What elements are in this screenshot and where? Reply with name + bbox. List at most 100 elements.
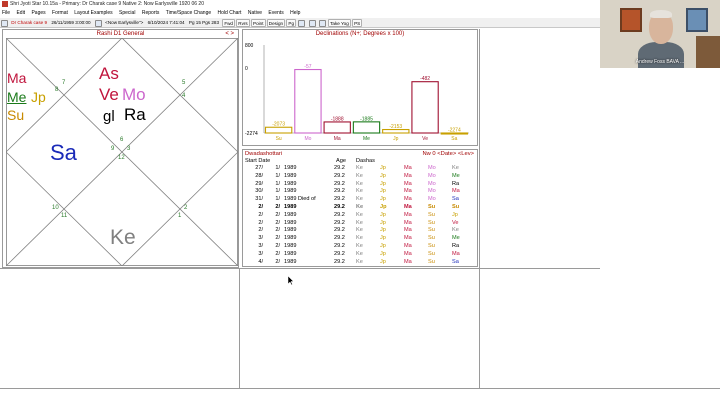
chart-name[interactable]: Dr Charak case 9 (10, 18, 48, 27)
sign-number: 6 (120, 137, 124, 143)
dasha-lord: Ma (452, 250, 460, 257)
chart-datetime[interactable]: 26/11/1959 3:00:00 (50, 18, 91, 27)
menu-help[interactable]: Help (290, 10, 300, 16)
rashi-title-text: Rashi D1 General (96, 31, 145, 37)
dasha-month: 2/ (275, 258, 280, 265)
planet-me[interactable]: Me (7, 89, 26, 105)
bar-jp (382, 128, 410, 134)
dasha-lord: Su (428, 211, 435, 218)
webcam-video: Andrew Foss BAVA ... (600, 0, 720, 68)
dasha-lord: Ke (356, 165, 363, 171)
fwd-button[interactable]: Fwd (222, 19, 235, 27)
bar-value-label: -1888 (331, 116, 344, 122)
take-yog-button[interactable]: Take Yog (328, 19, 351, 27)
menu-time-space-change[interactable]: Time/Space Change (166, 10, 211, 16)
now-datetime[interactable]: 6/10/2024 7:41:04 (147, 18, 186, 27)
menu-special[interactable]: Special (119, 10, 135, 16)
planet-ra[interactable]: Ra (124, 106, 146, 123)
dasha-lord: Jp (380, 188, 386, 195)
print-icon[interactable] (298, 19, 306, 27)
dasha-day: 30/ (255, 188, 263, 195)
dasha-lord: Sa (452, 258, 459, 265)
dasha-year: 1989 (284, 219, 297, 226)
planet-sa[interactable]: Sa (50, 142, 77, 164)
ps-button[interactable]: PS (352, 19, 363, 27)
dasha-age: 29.2 (334, 203, 345, 210)
planet-mo[interactable]: Mo (122, 86, 146, 103)
bar-value-label: -482 (420, 76, 430, 82)
chart-icon[interactable] (1, 19, 8, 27)
page-indicator[interactable]: Pg 15 Pgs 283 (188, 18, 220, 27)
dasha-lord: Ke (356, 227, 363, 234)
dasha-row[interactable]: 3/2/1989 29.2 Ke Jp Ma Su Ra (243, 243, 477, 251)
menu-native[interactable]: Native (248, 10, 262, 16)
dasha-day: 28/ (255, 172, 263, 179)
dasha-month: 2/ (275, 203, 280, 210)
bar-value-label: -2153 (389, 124, 402, 130)
planet-as[interactable]: As (99, 65, 119, 82)
dasha-row[interactable]: 2/2/1989 29.2 Ke Jp Ma Su Su (243, 204, 477, 212)
dasha-age: 29.2 (334, 258, 345, 265)
bar-planet-label: Jp (393, 136, 399, 142)
dasha-nav[interactable]: Nw 0 <Date> <Lev> (422, 150, 474, 158)
planet-jp[interactable]: Jp (31, 89, 46, 105)
dasha-day: 3/ (258, 250, 263, 257)
bar-ve (411, 81, 439, 134)
menu-events[interactable]: Events (268, 10, 283, 16)
declinations-panel: Declinations (N+; Degrees x 100) 800 0 -22… (242, 29, 478, 146)
planet-ke[interactable]: Ke (110, 227, 136, 248)
menu-reports[interactable]: Reports (142, 10, 160, 16)
dasha-row[interactable]: 3/2/1989 29.2 Ke Jp Ma Su Ma (243, 251, 477, 259)
dasha-lord: Me (452, 172, 460, 179)
menu-layout-examples[interactable]: Layout Examples (74, 10, 112, 16)
dasha-day: 2/ (258, 219, 263, 226)
pg-button[interactable]: Pg (286, 19, 296, 27)
dasha-row[interactable]: 4/2/1989 29.2 Ke Jp Ma Su Sa (243, 259, 477, 267)
dasha-row[interactable]: 2/2/1989 29.2 Ke Jp Ma Su Ve (243, 220, 477, 228)
design-button[interactable]: Design (266, 19, 286, 27)
bar-me (352, 121, 381, 134)
dasha-age: 29.2 (334, 242, 345, 249)
dasha-year: 1989 (284, 258, 297, 265)
dasha-lord: Me (452, 235, 460, 242)
dasha-row[interactable]: 2/2/1989 29.2 Ke Jp Ma Su Jp (243, 212, 477, 220)
app-icon (2, 0, 8, 7)
planet-su[interactable]: Su (7, 107, 24, 123)
save-icon[interactable] (308, 19, 316, 27)
dasha-row[interactable]: 30/1/1989 29.2 Ke Jp Ma Mo Ma (243, 188, 477, 196)
dasha-year: 1989 (284, 172, 297, 179)
point-button[interactable]: Point (251, 19, 266, 27)
dasha-row[interactable]: 3/2/1989 29.2 Ke Jp Ma Su Me (243, 235, 477, 243)
dasha-month: 2/ (275, 235, 280, 242)
menu-file[interactable]: File (2, 10, 10, 16)
dasha-row[interactable]: 29/1/1989 29.2 Ke Jp Ma Mo Ra (243, 181, 477, 189)
dasha-row[interactable]: 27/1/1989 29.2 Ke Jp Ma Mo Ke (243, 165, 477, 173)
menu-pages[interactable]: Pages (31, 10, 45, 16)
app-window: Shri Jyoti Star 10.15a - Primary: Dr Cha… (0, 0, 720, 404)
dasha-lord: Jp (380, 196, 386, 203)
menu-hold-chart[interactable]: Hold Chart (218, 10, 242, 16)
now-location[interactable]: <Now Earlysville"> (104, 18, 144, 27)
planet-ve[interactable]: Ve (99, 86, 119, 103)
dasha-lord: Su (428, 258, 435, 265)
menu-edit[interactable]: Edit (16, 10, 25, 16)
sign-number: 5 (182, 80, 186, 86)
planet-ma[interactable]: Ma (7, 70, 26, 86)
bar-ma (323, 121, 351, 134)
dasha-lord: Ke (356, 180, 363, 187)
rvrs-button[interactable]: Rvrs (236, 19, 250, 27)
y-tick-label: 0 (245, 66, 248, 72)
planet-gl[interactable]: gl (103, 109, 115, 125)
swap-icon[interactable] (94, 19, 102, 27)
dasha-row[interactable]: 2/2/1989 29.2 Ke Jp Ma Su Ke (243, 227, 477, 235)
rashi-nav-arrows[interactable]: < > (225, 30, 234, 38)
dasha-row[interactable]: 28/1/1989 29.2 Ke Jp Ma Mo Me (243, 173, 477, 181)
dasha-day: 2/ (258, 203, 263, 210)
dasha-row[interactable]: 31/1/1989 Died of 29.2 Ke Jp Ma Mo Sa (243, 196, 477, 204)
dasha-title: Dwadashottari (245, 151, 283, 157)
dasha-lord: Ke (356, 250, 363, 257)
dasha-year: 1989 (284, 250, 297, 257)
settings-icon[interactable] (318, 19, 326, 27)
dasha-month: 2/ (275, 250, 280, 257)
menu-format[interactable]: Format (52, 10, 68, 16)
